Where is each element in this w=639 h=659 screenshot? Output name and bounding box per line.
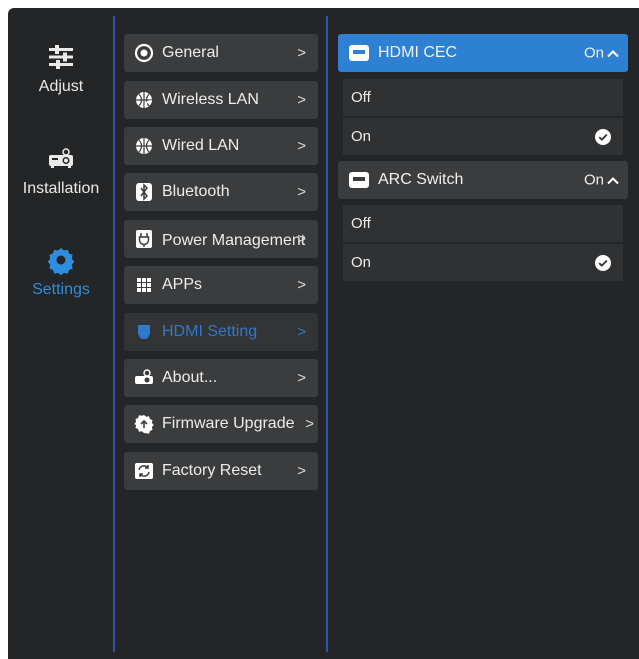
- chevron-right-icon: >: [297, 462, 306, 480]
- hdmi-port-icon: [348, 171, 370, 189]
- settings-screen: Adjust Installation Settings General > W…: [8, 8, 639, 659]
- menu-divider: [326, 16, 328, 652]
- wireless-lan-icon: [134, 90, 154, 110]
- arc-switch-option-on[interactable]: On: [343, 244, 623, 281]
- option-label: Off: [351, 89, 371, 106]
- menu-item-firmware-upgrade[interactable]: Firmware Upgrade >: [124, 405, 318, 443]
- sliders-icon: [49, 45, 73, 69]
- menu-item-label: Bluetooth: [162, 183, 230, 200]
- menu-item-label: Power Management: [162, 231, 306, 249]
- projector-info-icon: [134, 368, 154, 388]
- arc-switch-title: ARC Switch: [378, 171, 464, 188]
- arc-switch-state: On: [584, 172, 620, 189]
- menu-item-label: Factory Reset: [162, 462, 262, 479]
- chevron-right-icon: >: [297, 276, 306, 294]
- power-plug-icon: [134, 229, 154, 249]
- option-label: On: [351, 128, 372, 145]
- menu-item-wireless-lan[interactable]: Wireless LAN >: [124, 81, 318, 119]
- chevron-right-icon: >: [297, 91, 306, 109]
- hdmi-icon: [134, 322, 154, 342]
- menu-item-label: General: [162, 44, 219, 61]
- menu-item-hdmi-setting[interactable]: HDMI Setting >: [124, 313, 318, 351]
- menu-item-label: HDMI Setting: [162, 323, 258, 340]
- menu-item-about[interactable]: About... >: [124, 359, 318, 397]
- arc-switch-state-value: On: [583, 171, 604, 189]
- bluetooth-icon: [134, 182, 154, 202]
- menu-item-label: Firmware Upgrade: [162, 415, 295, 432]
- chevron-right-icon: >: [305, 415, 314, 433]
- general-icon: [134, 43, 154, 63]
- gear-icon: [47, 248, 75, 275]
- chevron-right-icon: >: [297, 369, 306, 387]
- menu-item-label: Wired LAN: [162, 137, 240, 154]
- nav-item-adjust[interactable]: Adjust: [8, 42, 114, 96]
- firmware-upgrade-icon: [134, 414, 154, 434]
- check-circle-icon: [595, 254, 611, 271]
- menu-item-label: Wireless LAN: [162, 91, 259, 108]
- hdmi-cec-option-on[interactable]: On: [343, 118, 623, 155]
- chevron-up-icon: [607, 176, 619, 184]
- menu-item-power-management[interactable]: Power Management >: [124, 220, 318, 258]
- menu-item-label: APPs: [162, 276, 203, 293]
- hdmi-cec-header[interactable]: HDMI CEC On: [338, 34, 628, 72]
- nav-label: Adjust: [38, 78, 84, 95]
- chevron-right-icon: >: [297, 183, 306, 201]
- menu-item-factory-reset[interactable]: Factory Reset >: [124, 452, 318, 490]
- nav-label: Installation: [22, 180, 100, 197]
- option-label: Off: [351, 215, 371, 232]
- menu-item-general[interactable]: General >: [124, 34, 318, 72]
- hdmi-port-icon: [348, 44, 370, 62]
- nav-label: Settings: [32, 281, 90, 298]
- factory-reset-icon: [134, 461, 154, 481]
- menu-item-bluetooth[interactable]: Bluetooth >: [124, 173, 318, 211]
- chevron-up-icon: [607, 49, 619, 57]
- arc-switch-header[interactable]: ARC Switch On: [338, 161, 628, 199]
- menu-item-label: About...: [162, 369, 218, 386]
- hdmi-cec-option-off[interactable]: Off: [343, 79, 623, 116]
- nav-item-installation[interactable]: Installation: [8, 144, 114, 198]
- chevron-right-icon: >: [297, 137, 306, 155]
- nav-item-settings[interactable]: Settings: [8, 245, 114, 299]
- option-label: On: [351, 254, 372, 271]
- nav-divider: [113, 16, 115, 652]
- hdmi-cec-state: On: [584, 45, 620, 62]
- chevron-right-icon: >: [297, 44, 306, 62]
- hdmi-cec-state-value: On: [583, 44, 604, 62]
- chevron-right-icon: >: [297, 323, 306, 341]
- check-circle-icon: [595, 128, 611, 145]
- projector-icon: [49, 148, 73, 168]
- hdmi-cec-title: HDMI CEC: [378, 44, 458, 61]
- globe-icon: [134, 136, 154, 156]
- menu-item-apps[interactable]: APPs >: [124, 266, 318, 304]
- menu-item-wired-lan[interactable]: Wired LAN >: [124, 127, 318, 165]
- chevron-right-icon: >: [297, 230, 306, 248]
- apps-grid-icon: [134, 275, 154, 295]
- arc-switch-option-off[interactable]: Off: [343, 205, 623, 242]
